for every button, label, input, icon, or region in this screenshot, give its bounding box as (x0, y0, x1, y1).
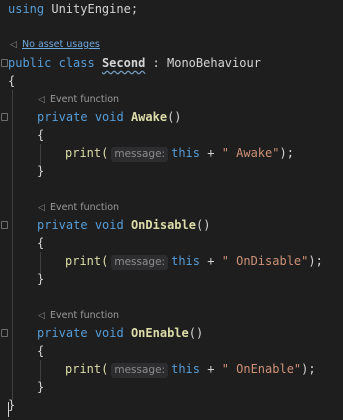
event-function-hint[interactable]: ◁ Event function (38, 93, 119, 107)
code-line-method-declaration[interactable]: private void OnEnable() (37, 324, 343, 342)
code-line-method-open-brace[interactable]: { (37, 126, 343, 144)
event-function-label: Event function (50, 94, 120, 105)
code-line-class-declaration[interactable]: public class Second : MonoBehaviour (8, 54, 343, 72)
keyword-public: public (8, 56, 52, 70)
asset-usages-hint[interactable]: ◁ No asset usages (10, 38, 100, 52)
parameter-name-hint: message: (111, 363, 169, 378)
code-line-print-call[interactable]: print(message: this + " Awake"); (65, 144, 343, 162)
method-close-brace: } (37, 164, 45, 178)
code-line-method-open-brace[interactable]: { (37, 234, 343, 252)
code-line-method-close-brace[interactable]: } (37, 378, 343, 396)
keyword-class: class (58, 56, 95, 70)
code-line-method-close-brace[interactable]: } (37, 162, 343, 180)
code-editor[interactable]: using UnityEngine; ◁ No asset usages publ… (0, 0, 343, 420)
keyword-this: this (171, 146, 200, 160)
code-line-method-close-brace[interactable]: } (37, 270, 343, 288)
fold-marker-method[interactable] (1, 329, 8, 337)
usages-icon: ◁ (10, 40, 17, 50)
keyword-private: private (37, 110, 88, 124)
print-call[interactable]: print( (65, 146, 108, 160)
event-function-hint[interactable]: ◁ Event function (38, 201, 119, 215)
event-function-label: Event function (50, 310, 120, 321)
event-function-hint[interactable]: ◁ Event function (38, 309, 119, 323)
namespace-name: UnityEngine (51, 2, 131, 16)
method-parens: () (167, 110, 182, 124)
method-name[interactable]: Awake (131, 110, 167, 124)
print-call[interactable]: print( (65, 254, 108, 268)
call-end: ); (308, 254, 323, 268)
base-class-name[interactable]: MonoBehaviour (167, 56, 261, 70)
plus-operator: + (200, 362, 222, 376)
keyword-void: void (94, 218, 124, 232)
string-literal: " OnEnable" (221, 362, 302, 376)
keyword-using: using (8, 2, 45, 16)
method-close-brace: } (37, 272, 45, 286)
keyword-this: this (171, 254, 200, 268)
keyword-private: private (37, 326, 88, 340)
plus-operator: + (200, 146, 222, 160)
code-line-using[interactable]: using UnityEngine; (8, 0, 343, 18)
keyword-private: private (37, 218, 88, 232)
code-line-method-declaration[interactable]: private void OnDisable() (37, 216, 343, 234)
event-function-icon: ◁ (38, 95, 45, 105)
code-line-print-call[interactable]: print(message: this + " OnEnable"); (65, 360, 343, 378)
call-end: ); (279, 146, 294, 160)
no-asset-usages-link[interactable]: No asset usages (22, 39, 100, 50)
method-parens: () (188, 326, 204, 340)
event-function-icon: ◁ (38, 203, 45, 213)
method-parens: () (195, 218, 211, 232)
keyword-void: void (94, 110, 124, 124)
code-line-method-open-brace[interactable]: { (37, 342, 343, 360)
fold-marker-method[interactable] (1, 113, 8, 121)
class-close-brace: } (8, 398, 16, 412)
keyword-this: this (171, 362, 200, 376)
parameter-name-hint: message: (111, 255, 169, 270)
fold-marker-class[interactable] (1, 59, 8, 67)
class-open-brace: { (8, 74, 16, 88)
code-line-class-close-brace[interactable]: } (8, 396, 343, 414)
string-literal: " OnDisable" (221, 254, 309, 268)
inheritance-separator: : (145, 56, 167, 70)
method-open-brace: { (37, 128, 45, 142)
indent-guide-class (12, 90, 13, 400)
string-literal: " Awake" (221, 146, 280, 160)
plus-operator: + (200, 254, 222, 268)
code-line-print-call[interactable]: print(message: this + " OnDisable"); (65, 252, 343, 270)
event-function-label: Event function (50, 202, 120, 213)
event-function-icon: ◁ (38, 311, 45, 321)
method-open-brace: { (37, 236, 45, 250)
code-line-open-brace[interactable]: { (8, 72, 343, 90)
print-call[interactable]: print( (65, 362, 108, 376)
parameter-name-hint: message: (111, 147, 169, 162)
method-name[interactable]: OnEnable (131, 326, 189, 340)
fold-marker-method[interactable] (1, 221, 8, 229)
method-open-brace: { (37, 344, 45, 358)
class-name[interactable]: Second (102, 56, 145, 70)
method-name[interactable]: OnDisable (131, 218, 196, 232)
method-close-brace: } (37, 380, 45, 394)
call-end: ); (301, 362, 316, 376)
code-line-method-declaration[interactable]: private void Awake() (37, 108, 343, 126)
keyword-void: void (94, 326, 124, 340)
text-caret (8, 402, 9, 417)
semicolon: ; (130, 2, 139, 16)
